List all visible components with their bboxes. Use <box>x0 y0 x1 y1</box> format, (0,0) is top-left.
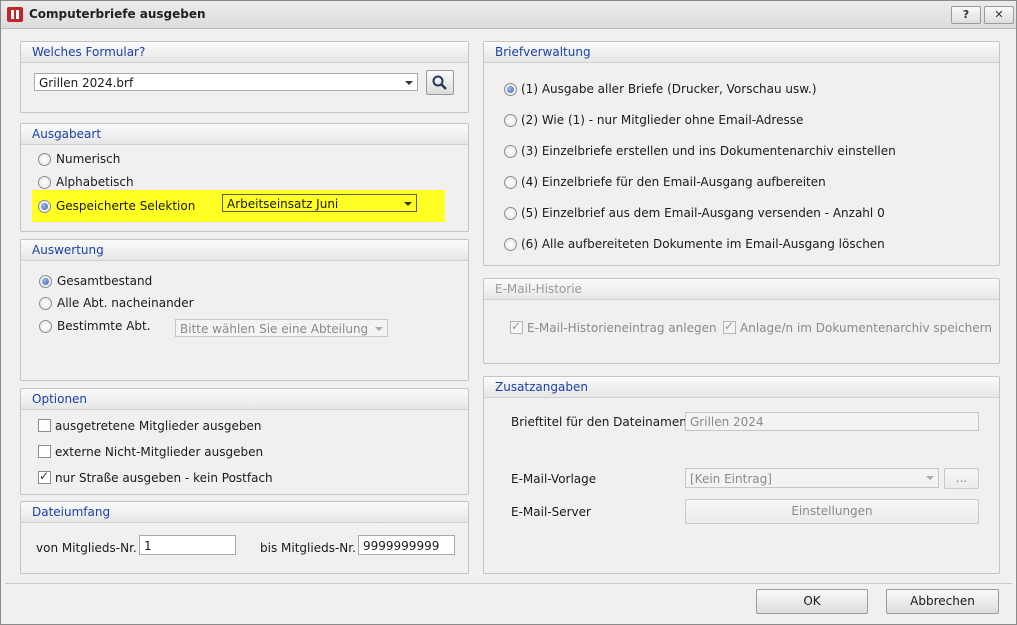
title-bar[interactable]: Computerbriefe ausgeben ? ✕ <box>1 1 1016 29</box>
dateiumfang-header: Dateiumfang <box>21 502 468 523</box>
radio-brief-2-label: (2) Wie (1) - nur Mitglieder ohne Email-… <box>521 113 804 127</box>
check-externe[interactable] <box>38 445 51 458</box>
ausgabeart-header: Ausgabeart <box>21 124 468 145</box>
check-historie-label: E-Mail-Historieneintrag anlegen <box>527 321 717 335</box>
chevron-down-icon <box>375 327 383 331</box>
radio-gespeicherte-selektion-label: Gespeicherte Selektion <box>56 199 196 213</box>
radio-gespeicherte-selektion[interactable] <box>38 200 51 213</box>
brieftitel-label: Brieftitel für den Dateinamen <box>511 415 687 429</box>
radio-brief-4[interactable] <box>504 176 517 189</box>
help-button[interactable]: ? <box>951 6 981 24</box>
selektion-dropdown[interactable]: Arbeitseinsatz Juni <box>222 194 417 212</box>
check-nur-strasse[interactable] <box>38 469 51 484</box>
radio-bestimmte-abt-label: Bestimmte Abt. <box>57 319 151 333</box>
search-icon <box>432 75 447 90</box>
briefverwaltung-header: Briefverwaltung <box>484 42 999 63</box>
abbrechen-button[interactable]: Abbrechen <box>886 589 999 614</box>
radio-gesamtbestand[interactable] <box>39 275 52 288</box>
formular-dropdown[interactable]: Grillen 2024.brf <box>34 73 418 91</box>
check-externe-label: externe Nicht-Mitglieder ausgeben <box>55 445 264 459</box>
abteilung-dropdown[interactable]: Bitte wählen Sie eine Abteilung <box>175 319 388 337</box>
close-button[interactable]: ✕ <box>984 6 1014 24</box>
check-anlage-label: Anlage/n im Dokumentenarchiv speichern <box>740 321 992 335</box>
server-label: E-Mail-Server <box>511 505 591 519</box>
check-anlage[interactable] <box>723 319 736 334</box>
radio-brief-4-label: (4) Einzelbriefe für den Email-Ausgang a… <box>521 175 826 189</box>
radio-brief-3-label: (3) Einzelbriefe erstellen und ins Dokum… <box>521 144 896 158</box>
formular-search-button[interactable] <box>426 70 454 95</box>
auswertung-header: Auswertung <box>21 240 468 261</box>
vorlage-dropdown[interactable]: [Kein Eintrag] <box>685 468 939 488</box>
radio-brief-2[interactable] <box>504 114 517 127</box>
bis-input[interactable]: 9999999999 <box>358 535 455 555</box>
radio-brief-5[interactable] <box>504 207 517 220</box>
app-icon <box>7 7 23 22</box>
radio-gesamtbestand-label: Gesamtbestand <box>57 274 153 288</box>
radio-alle-abt-label: Alle Abt. nacheinander <box>57 296 194 310</box>
footer-divider <box>5 583 1012 584</box>
vorlage-label: E-Mail-Vorlage <box>511 472 597 486</box>
radio-brief-6-label: (6) Alle aufbereiteten Dokumente im Emai… <box>521 237 885 251</box>
bis-label: bis Mitglieds-Nr. <box>260 541 356 555</box>
radio-numerisch-label: Numerisch <box>56 152 121 166</box>
check-ausgetretene[interactable] <box>38 419 51 432</box>
radio-numerisch[interactable] <box>38 153 51 166</box>
radio-brief-5-label: (5) Einzelbrief aus dem Email-Ausgang ve… <box>521 206 885 220</box>
von-label: von Mitglieds-Nr. <box>36 541 137 555</box>
ok-button[interactable]: OK <box>756 589 868 614</box>
check-nur-strasse-label: nur Straße ausgeben - kein Postfach <box>55 471 273 485</box>
radio-brief-1-label: (1) Ausgabe aller Briefe (Drucker, Vorsc… <box>521 82 817 96</box>
radio-bestimmte-abt[interactable] <box>39 320 52 333</box>
chevron-down-icon <box>405 81 413 85</box>
check-ausgetretene-label: ausgetretene Mitglieder ausgeben <box>55 419 262 433</box>
formular-panel: Welches Formular? Grillen 2024.brf <box>20 41 469 113</box>
radio-brief-3[interactable] <box>504 145 517 158</box>
window-title: Computerbriefe ausgeben <box>29 7 206 21</box>
chevron-down-icon <box>926 476 934 480</box>
radio-alphabetisch-label: Alphabetisch <box>56 175 134 189</box>
einstellungen-button[interactable]: Einstellungen <box>685 499 979 524</box>
von-input[interactable]: 1 <box>139 535 236 555</box>
radio-alphabetisch[interactable] <box>38 176 51 189</box>
auswertung-panel: Auswertung <box>20 239 469 381</box>
radio-alle-abt[interactable] <box>39 297 52 310</box>
email-historie-header: E-Mail-Historie <box>484 279 999 300</box>
radio-brief-6[interactable] <box>504 238 517 251</box>
zusatzangaben-header: Zusatzangaben <box>484 377 999 398</box>
optionen-header: Optionen <box>21 389 468 410</box>
check-historie[interactable] <box>510 319 523 334</box>
formular-header: Welches Formular? <box>21 42 468 63</box>
chevron-down-icon <box>404 202 412 206</box>
radio-brief-1[interactable] <box>504 83 517 96</box>
brieftitel-input[interactable]: Grillen 2024 <box>685 412 979 431</box>
dialog-window: Computerbriefe ausgeben ? ✕ Welches Form… <box>0 0 1017 625</box>
vorlage-more-button[interactable]: ... <box>944 468 979 489</box>
